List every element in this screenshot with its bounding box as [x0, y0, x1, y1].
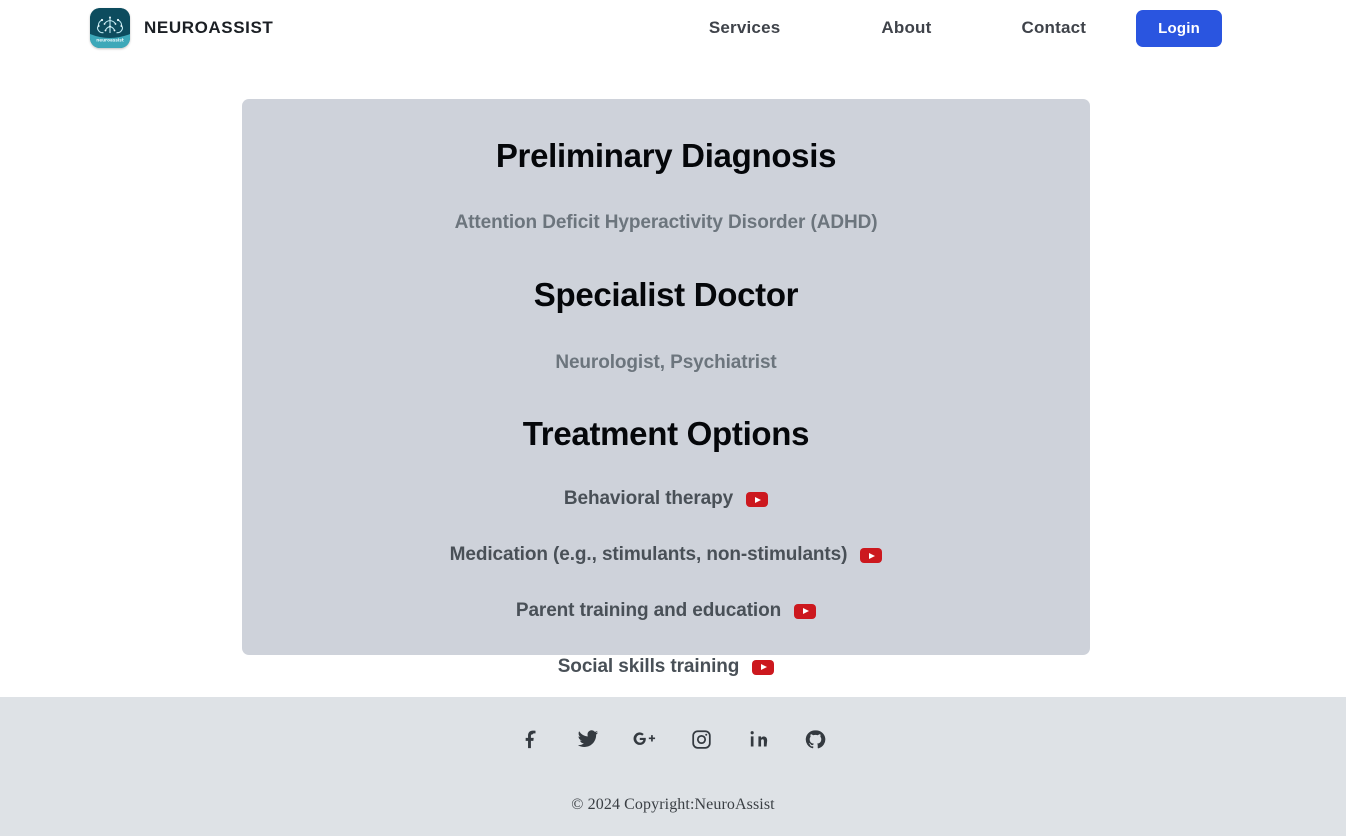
treatment-row: Behavioral therapy: [242, 488, 1090, 511]
youtube-icon[interactable]: [794, 603, 817, 619]
logo-caption: neuroassist: [96, 38, 124, 43]
specialist-doctor-title: Specialist Doctor: [533, 275, 799, 313]
top-navbar: neuroassist NEUROASSIST Services About C…: [0, 0, 1346, 56]
nav-item-about[interactable]: About: [879, 12, 933, 44]
treatment-label: Parent training and education: [515, 600, 782, 621]
nav-links: Services About Contact Login: [707, 9, 1222, 47]
preliminary-diagnosis-title: Preliminary Diagnosis: [495, 137, 837, 174]
youtube-icon[interactable]: [752, 659, 775, 675]
treatment-options-title: Treatment Options: [522, 415, 810, 453]
site-footer: © 2024 Copyright:NeuroAssist: [0, 697, 1346, 836]
brain-logo-icon: neuroassist: [90, 8, 130, 48]
treatment-options-list: Behavioral therapy Medication (e.g., sti…: [242, 488, 1090, 678]
page-root: neuroassist NEUROASSIST Services About C…: [0, 0, 1346, 836]
social-links: [0, 697, 1346, 752]
treatment-row: Parent training and education: [242, 600, 1090, 623]
specialist-doctor-value: Neurologist, Psychiatrist: [555, 351, 777, 373]
nav-item-services[interactable]: Services: [707, 12, 783, 44]
treatment-row: Medication (e.g., stimulants, non-stimul…: [242, 544, 1090, 567]
facebook-icon[interactable]: [518, 726, 544, 752]
result-card: Preliminary Diagnosis Attention Deficit …: [242, 99, 1090, 677]
copyright-text: © 2024 Copyright:NeuroAssist: [571, 796, 775, 813]
nav-item-contact[interactable]: Contact: [1019, 12, 1088, 44]
google-plus-icon[interactable]: [632, 726, 658, 752]
youtube-icon[interactable]: [746, 492, 769, 508]
brand-name: NEUROASSIST: [144, 18, 274, 37]
youtube-icon[interactable]: [860, 548, 883, 564]
instagram-icon[interactable]: [689, 726, 715, 752]
brand-home-link[interactable]: neuroassist NEUROASSIST: [90, 8, 273, 48]
linkedin-icon[interactable]: [746, 726, 772, 752]
twitter-icon[interactable]: [575, 726, 601, 752]
login-button[interactable]: Login: [1136, 9, 1222, 47]
preliminary-diagnosis-value: Attention Deficit Hyperactivity Disorder…: [454, 211, 878, 233]
github-icon[interactable]: [803, 726, 829, 752]
treatment-row: Social skills training: [242, 656, 1090, 679]
treatment-label: Medication (e.g., stimulants, non-stimul…: [449, 544, 848, 566]
treatment-label: Social skills training: [557, 655, 740, 677]
treatment-label: Behavioral therapy: [563, 488, 734, 510]
